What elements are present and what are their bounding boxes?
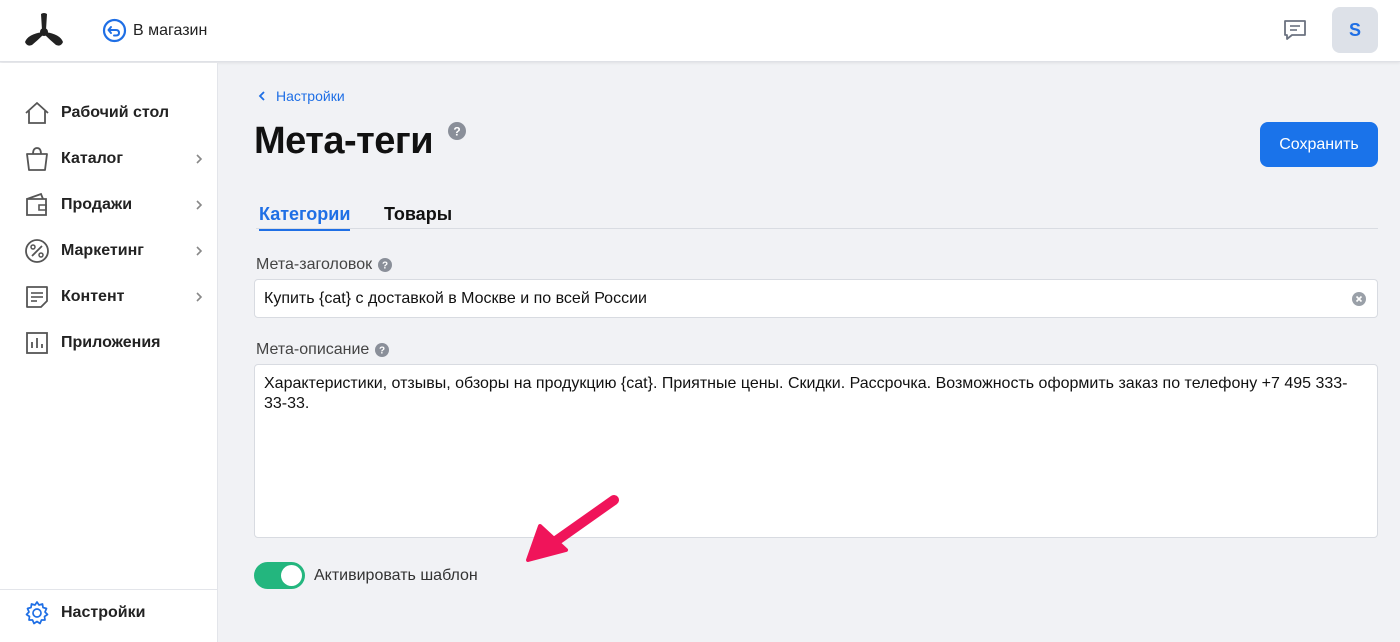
document-icon xyxy=(26,286,48,308)
meta-description-textarea[interactable]: Характеристики, отзывы, обзоры на продук… xyxy=(264,374,1364,529)
sidebar-item-marketing[interactable]: Маркетинг xyxy=(0,231,218,271)
chart-icon xyxy=(26,332,48,354)
sidebar-item-dashboard[interactable]: Рабочий стол xyxy=(0,93,218,133)
svg-text:?: ? xyxy=(379,346,385,357)
store-link-label: В магазин xyxy=(133,21,208,39)
chevron-right-icon xyxy=(196,154,203,164)
top-bar: В магазин S xyxy=(0,0,1400,62)
sidebar-item-label: Продажи xyxy=(61,196,133,213)
tab-categories[interactable]: Категории xyxy=(259,204,351,231)
meta-title-label: Мета-заголовок ? xyxy=(256,256,393,274)
toggle-knob xyxy=(281,565,302,586)
chevron-right-icon xyxy=(196,246,203,256)
wallet-icon xyxy=(26,192,47,216)
page-title: Мета-теги xyxy=(254,120,434,162)
svg-text:?: ? xyxy=(453,125,460,139)
back-circle-icon xyxy=(102,18,127,43)
breadcrumb-label: Настройки xyxy=(276,88,345,104)
chevron-right-icon xyxy=(196,292,203,302)
sidebar-item-label: Рабочий стол xyxy=(61,104,170,121)
template-toggle[interactable] xyxy=(254,562,305,589)
tab-products[interactable]: Товары xyxy=(384,204,452,229)
chevron-right-icon xyxy=(196,200,203,210)
sidebar-item-label: Приложения xyxy=(61,334,161,351)
tab-bar: Категории Товары xyxy=(256,200,1378,231)
sidebar-item-content[interactable]: Контент xyxy=(0,277,218,317)
svg-text:?: ? xyxy=(382,261,388,272)
meta-description-label-text: Мета-описание xyxy=(256,341,370,358)
avatar-initial: S xyxy=(1348,19,1361,40)
chat-icon[interactable] xyxy=(1282,17,1308,43)
sidebar-item-label: Маркетинг xyxy=(61,242,144,259)
back-to-store-link[interactable]: В магазин xyxy=(102,18,207,43)
meta-title-label-text: Мета-заголовок xyxy=(256,256,373,273)
logo-icon[interactable] xyxy=(22,10,66,50)
meta-description-field: Характеристики, отзывы, обзоры на продук… xyxy=(254,364,1378,538)
bag-icon xyxy=(26,147,48,171)
chevron-left-icon xyxy=(258,91,265,101)
sidebar-item-settings[interactable]: Настройки xyxy=(0,593,218,633)
percent-icon xyxy=(25,239,49,263)
template-toggle-label: Активировать шаблон xyxy=(314,567,478,584)
sidebar-item-catalog[interactable]: Каталог xyxy=(0,139,218,179)
home-icon xyxy=(25,102,49,124)
breadcrumb[interactable]: Настройки xyxy=(256,88,345,104)
sidebar-divider xyxy=(0,589,218,590)
meta-title-input[interactable] xyxy=(264,280,1344,317)
meta-description-label: Мета-описание ? xyxy=(256,341,390,359)
sidebar-item-label: Контент xyxy=(61,288,125,305)
sidebar-item-apps[interactable]: Приложения xyxy=(0,323,218,363)
help-icon[interactable]: ? xyxy=(378,258,393,272)
gear-icon xyxy=(25,601,49,625)
sidebar-item-label: Каталог xyxy=(61,150,123,167)
clear-icon[interactable] xyxy=(1352,292,1366,306)
meta-title-field xyxy=(254,279,1378,318)
help-icon[interactable]: ? xyxy=(375,343,390,357)
avatar[interactable]: S xyxy=(1332,7,1378,53)
help-icon[interactable]: ? xyxy=(448,122,466,140)
sidebar-item-label: Настройки xyxy=(61,604,146,621)
sidebar: Рабочий стол Каталог Продажи Маркетинг К… xyxy=(0,63,218,642)
save-button[interactable]: Сохранить xyxy=(1260,122,1378,167)
sidebar-item-sales[interactable]: Продажи xyxy=(0,185,218,225)
